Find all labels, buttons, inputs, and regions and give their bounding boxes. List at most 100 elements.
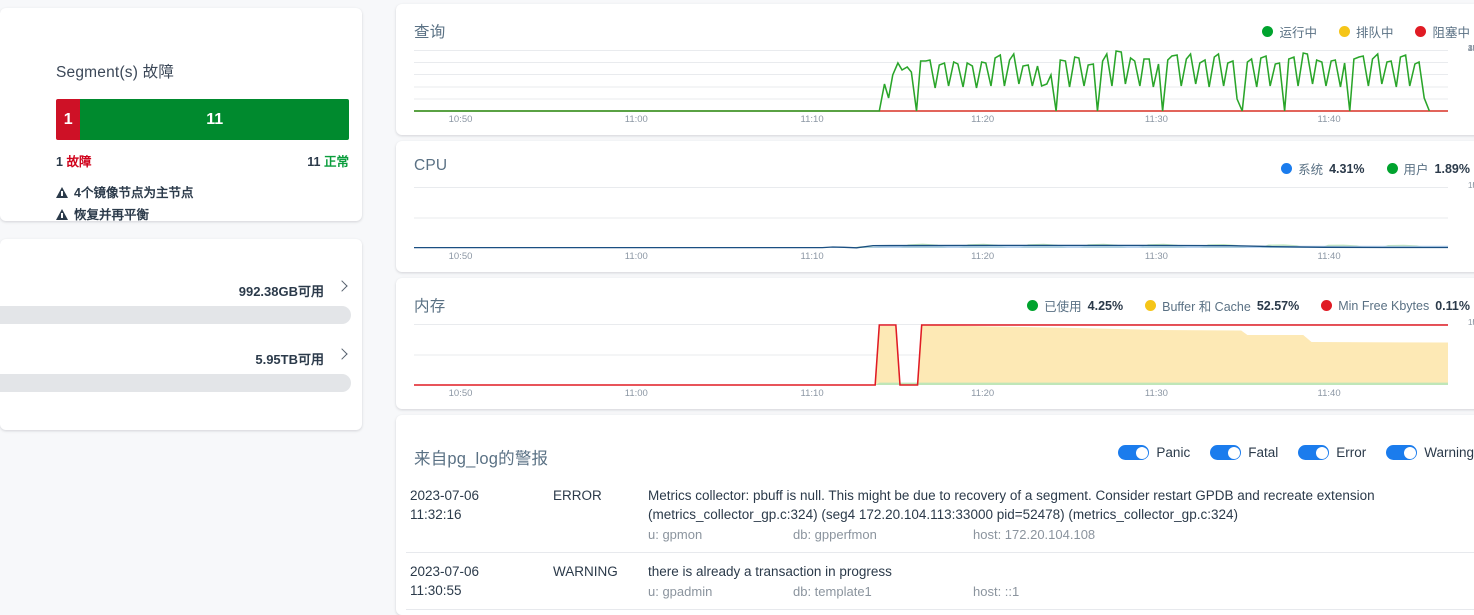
legend-item-buffer-cache[interactable]: Buffer 和 Cache 52.57%: [1145, 296, 1299, 315]
x-tick: 11:30: [1144, 388, 1168, 399]
log-severity: WARNING: [553, 564, 618, 579]
running-status-dot: [1262, 26, 1274, 37]
legend-value: 4.31%: [1329, 161, 1365, 176]
memory-plot-area[interactable]: [414, 324, 1448, 386]
toggle-label: Panic: [1156, 445, 1191, 460]
min-free-kbytes-dot: [1321, 300, 1333, 311]
x-tick: 11:30: [1144, 114, 1168, 125]
warning-triangle-icon: [56, 187, 68, 198]
log-db: db: template1: [793, 584, 872, 599]
x-tick: 11:10: [800, 251, 824, 262]
legend-label: 排队中: [1355, 26, 1394, 40]
toggle-switch-icon[interactable]: [1210, 445, 1242, 460]
segment-up-legend-label: 正常: [323, 155, 349, 169]
x-tick: 11:10: [800, 114, 824, 125]
toggle-label: Warning: [1424, 445, 1474, 460]
memory-chart-title: 内存: [414, 298, 446, 315]
health-note-mirror[interactable]: 4个镜像节点为主节点: [56, 182, 193, 201]
log-date: 2023-07-06: [410, 564, 480, 579]
query-plot-area[interactable]: [414, 50, 1448, 112]
segment-down-legend-label: 故障: [66, 155, 92, 169]
log-host: host: 172.20.104.108: [973, 527, 1096, 542]
toggle-label: Error: [1336, 445, 1367, 460]
dashboard-root: Segment(s) 故障 1 11 1 故障 11 正常 4个镜像节点为主节点: [0, 0, 1474, 615]
legend-item-blocked[interactable]: 阻塞中: [1415, 22, 1470, 41]
log-db: db: gpperfmon: [793, 527, 877, 542]
legend-item-system[interactable]: 系统 4.31%: [1281, 159, 1365, 178]
storage-usage-bar: [0, 306, 351, 324]
log-meta: u: gpadmin db: template1 host: ::1: [648, 582, 1474, 601]
alerts-title: 来自pg_log的警报: [414, 450, 549, 468]
legend-item-queued[interactable]: 排队中: [1338, 22, 1394, 41]
legend-label: 用户: [1403, 163, 1429, 177]
used-memory-dot: [1027, 300, 1039, 311]
query-y-axis: 455 364 273 182 91 0: [1450, 44, 1474, 118]
x-tick: 11:40: [1317, 251, 1341, 262]
table-row[interactable]: 2023-07-06 11:32:16 ERROR Metrics collec…: [406, 477, 1474, 552]
segment-down-segment[interactable]: 1: [56, 99, 81, 140]
x-tick: 10:50: [448, 388, 473, 399]
x-tick: 11:20: [971, 114, 995, 125]
log-body: there is already a transaction in progre…: [648, 562, 1474, 601]
log-body: Metrics collector: pbuff is null. This m…: [648, 486, 1474, 544]
queued-status-dot: [1338, 26, 1350, 37]
query-x-axis: 10:50 11:00 11:10 11:20 11:30 11:40: [414, 115, 1448, 127]
toggle-switch-icon[interactable]: [1118, 445, 1150, 460]
memory-x-axis: 10:50 11:00 11:10 11:20 11:30 11:40: [414, 389, 1448, 401]
segment-health-title: Segment(s) 故障: [56, 64, 175, 81]
memory-chart-card: 内存 已使用 4.25% Buffer 和 Cache 52.57% Min F…: [396, 278, 1474, 409]
chevron-right-icon[interactable]: [336, 348, 348, 360]
table-row[interactable]: 2023-07-06 11:30:55 WARNING there is alr…: [406, 552, 1474, 609]
segment-up-legend-count: 11: [307, 155, 321, 169]
table-row[interactable]: 2023-07-06 ERROR failed to acquire resou…: [406, 609, 1474, 615]
log-time-value: 11:32:16: [410, 507, 462, 522]
log-message: there is already a transaction in progre…: [648, 564, 892, 579]
query-chart-legend: 运行中 排队中 阻塞中: [1262, 22, 1470, 41]
storage-usage-bar: [0, 374, 351, 392]
legend-item-min-free-kbytes[interactable]: Min Free Kbytes 0.11%: [1321, 299, 1470, 313]
x-tick: 11:10: [800, 388, 824, 399]
buffer-cache-area: [875, 325, 1448, 385]
health-note-rebalance-label: 恢复并再平衡: [74, 208, 150, 222]
health-note-rebalance[interactable]: 恢复并再平衡: [56, 204, 193, 223]
toggle-error[interactable]: Error: [1298, 445, 1366, 460]
buffer-cache-dot: [1145, 300, 1157, 311]
toggle-switch-icon[interactable]: [1386, 445, 1418, 460]
segment-up-legend: 11 正常: [307, 151, 349, 170]
segment-down-legend-count: 1: [56, 155, 63, 169]
chevron-right-icon[interactable]: [336, 280, 348, 292]
toggle-warning[interactable]: Warning: [1386, 445, 1474, 460]
memory-chart-legend: 已使用 4.25% Buffer 和 Cache 52.57% Min Free…: [1027, 296, 1470, 315]
segment-health-bar[interactable]: 1 11: [56, 99, 349, 140]
legend-label: 运行中: [1279, 26, 1317, 40]
cpu-chart-card: CPU 系统 4.31% 用户 1.89% 1 10:50 11:00 11:1…: [396, 141, 1474, 272]
toggle-fatal[interactable]: Fatal: [1210, 445, 1278, 460]
health-note-mirror-label: 4个镜像节点为主节点: [74, 186, 194, 200]
toggle-switch-icon[interactable]: [1298, 445, 1330, 460]
cpu-plot-svg: [414, 187, 1448, 249]
log-severity: ERROR: [553, 488, 602, 503]
log-user: u: gpadmin: [648, 584, 713, 599]
legend-item-used[interactable]: 已使用 4.25%: [1027, 296, 1123, 315]
log-host: host: ::1: [973, 584, 1020, 599]
system-cpu-dot: [1281, 163, 1293, 174]
log-meta: u: gpmon db: gpperfmon host: 172.20.104.…: [648, 525, 1474, 544]
x-tick: 11:20: [971, 251, 995, 262]
cpu-plot-area[interactable]: [414, 187, 1448, 249]
segment-up-segment[interactable]: 11: [80, 99, 349, 140]
query-chart-title: 查询: [414, 24, 446, 41]
legend-item-running[interactable]: 运行中: [1262, 22, 1317, 41]
gridlines: [414, 187, 1448, 219]
x-tick: 11:00: [624, 388, 648, 399]
log-message: Metrics collector: pbuff is null. This m…: [648, 488, 1375, 522]
cpu-y-axis: 100 50 0: [1450, 181, 1474, 255]
severity-filter-toggles: Panic Fatal Error Warning: [1118, 445, 1474, 460]
legend-item-user[interactable]: 用户 1.89%: [1386, 159, 1470, 178]
alerts-table: 2023-07-06 11:32:16 ERROR Metrics collec…: [406, 477, 1474, 615]
legend-label: 已使用: [1044, 300, 1082, 314]
segment-health-notes: 4个镜像节点为主节点 恢复并再平衡: [56, 182, 193, 226]
used-memory-area: [875, 382, 1448, 385]
toggle-panic[interactable]: Panic: [1118, 445, 1190, 460]
log-timestamp: 2023-07-06 11:32:16: [406, 486, 553, 544]
storage-available-label: 992.38GB可用: [238, 284, 324, 299]
